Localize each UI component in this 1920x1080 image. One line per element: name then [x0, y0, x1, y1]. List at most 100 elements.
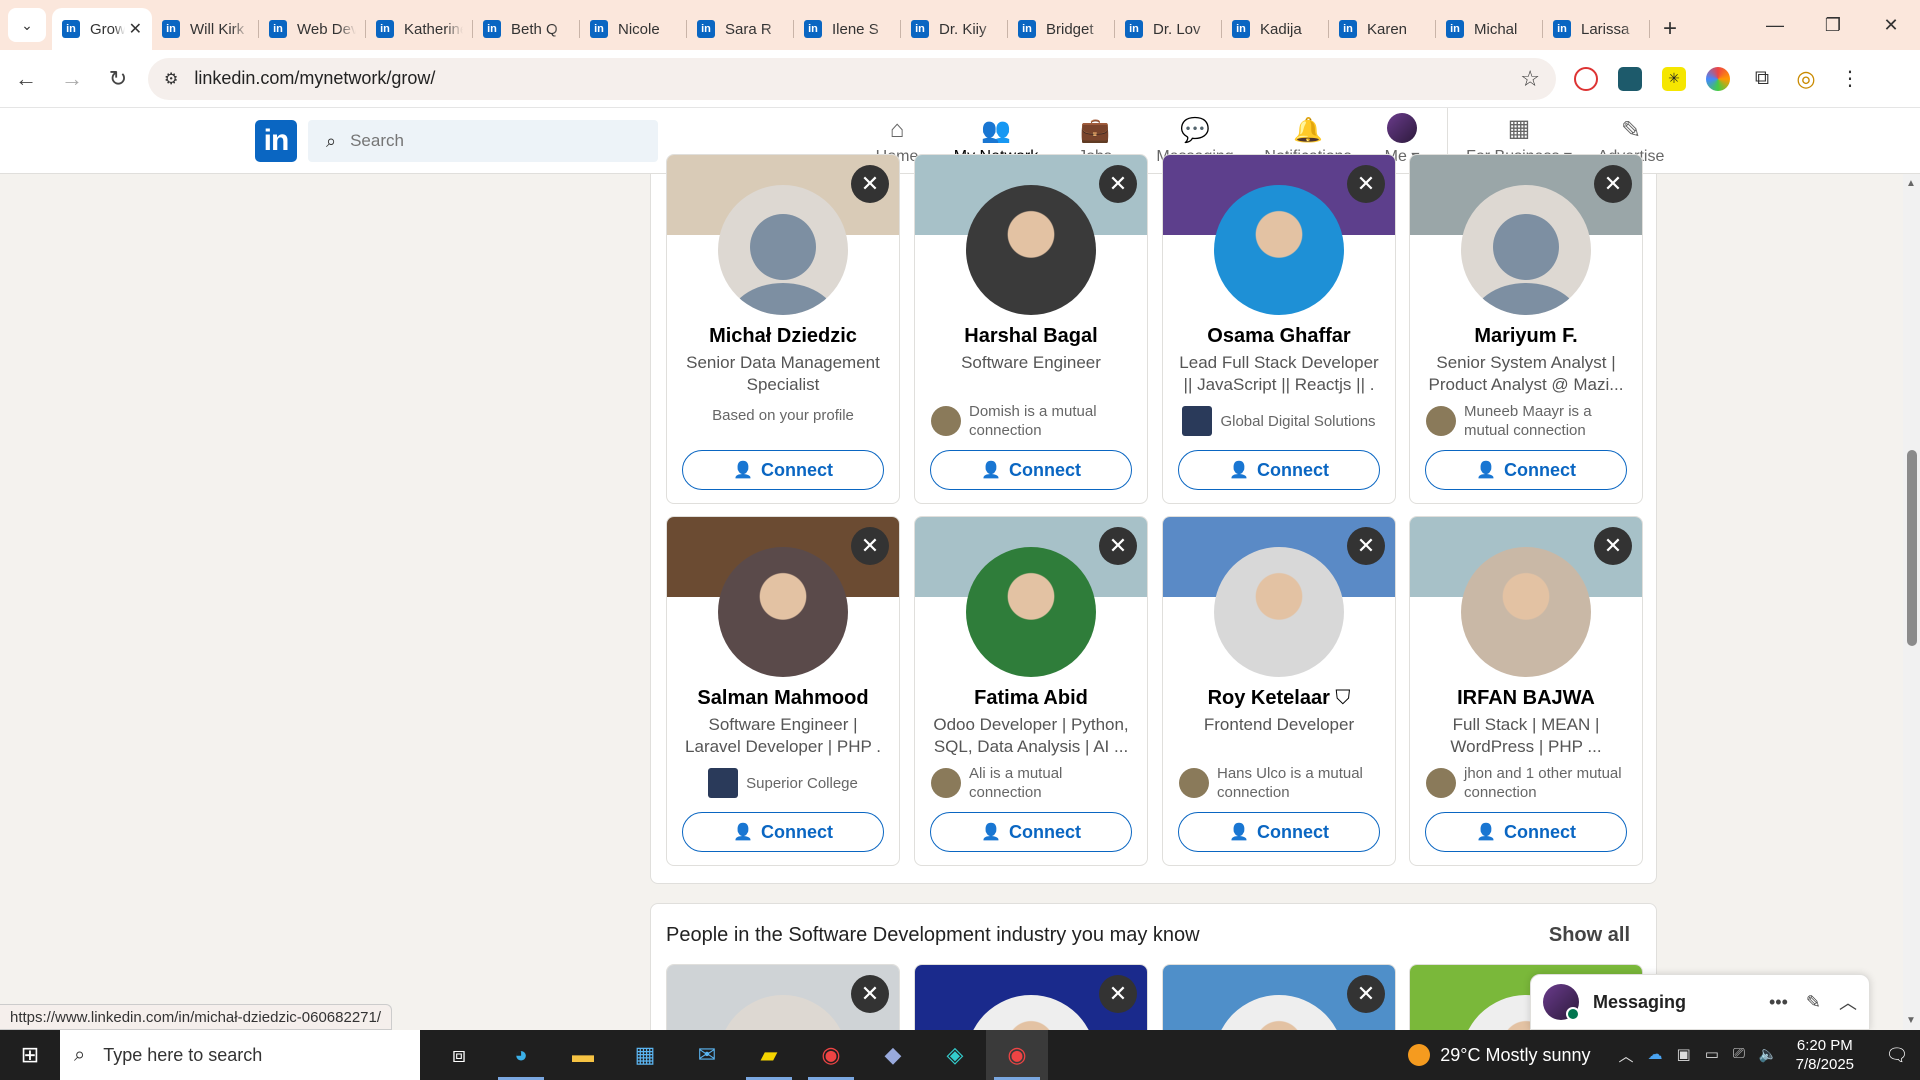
show-all-link[interactable]: Show all — [1549, 924, 1630, 947]
linkedin-logo[interactable]: in — [255, 120, 297, 162]
scroll-up-icon[interactable]: ▲ — [1906, 178, 1916, 189]
person-name[interactable]: Osama Ghaffar — [1163, 325, 1395, 348]
browser-tab[interactable]: in Nicole — [580, 8, 687, 50]
browser-tab[interactable]: in Web Dev — [259, 8, 366, 50]
kebab-menu-icon[interactable]: ⋮ — [1838, 67, 1862, 91]
chrome-active-icon[interactable]: ◉ — [986, 1030, 1048, 1080]
connect-button[interactable]: 👤 Connect — [1425, 450, 1627, 490]
browser-tab[interactable]: in Dr. Lov — [1115, 8, 1222, 50]
browser-tab[interactable]: in Sara R — [687, 8, 794, 50]
dismiss-icon[interactable]: ✕ — [1594, 165, 1632, 203]
global-search[interactable]: ⌕ — [308, 120, 658, 162]
compose-icon[interactable]: ✎ — [1806, 992, 1821, 1013]
minimize-icon[interactable]: — — [1746, 0, 1804, 50]
profile-icon[interactable]: ◎ — [1794, 66, 1818, 91]
avatar[interactable] — [966, 547, 1096, 677]
dismiss-icon[interactable]: ✕ — [1099, 975, 1137, 1013]
person-card[interactable]: ✕ Harshal Bagal Software Engineer Domish is… — [914, 154, 1148, 504]
browser-tab[interactable]: in Katherine — [366, 8, 473, 50]
connect-button[interactable]: 👤 Connect — [682, 450, 884, 490]
person-name[interactable]: Roy Ketelaar ⛉ — [1163, 687, 1395, 710]
site-info-icon[interactable]: ⚙ — [164, 69, 178, 89]
file-explorer-icon[interactable]: ▬ — [552, 1030, 614, 1080]
taskbar-search[interactable]: ⌕ Type here to search — [60, 1030, 420, 1080]
task-view-icon[interactable]: ⧈ — [428, 1030, 490, 1080]
avatar[interactable] — [718, 547, 848, 677]
tab-search-button[interactable]: ⌄ — [8, 8, 46, 42]
clock[interactable]: 6:20 PM 7/8/2025 — [1796, 1036, 1854, 1074]
person-name[interactable]: Michał Dziedzic — [667, 325, 899, 348]
forward-button[interactable]: → — [52, 59, 92, 99]
dismiss-icon[interactable]: ✕ — [1347, 165, 1385, 203]
edge-icon[interactable]: ◕ — [490, 1030, 552, 1080]
person-name[interactable]: Salman Mahmood — [667, 687, 899, 710]
dismiss-icon[interactable]: ✕ — [1099, 165, 1137, 203]
search-input[interactable] — [350, 131, 631, 151]
person-name[interactable]: Harshal Bagal — [915, 325, 1147, 348]
chrome-icon[interactable]: ◉ — [800, 1030, 862, 1080]
reload-button[interactable]: ↻ — [98, 59, 138, 99]
onedrive-icon[interactable]: ☁ — [1648, 1045, 1663, 1066]
new-tab-button[interactable]: + — [1650, 8, 1690, 50]
dismiss-icon[interactable]: ✕ — [851, 975, 889, 1013]
person-card[interactable]: ✕ IRFAN BAJWA Full Stack | MEAN | WordPres… — [1409, 516, 1643, 866]
network-icon[interactable]: ⎚ — [1733, 1045, 1745, 1066]
pokeball-extension-icon[interactable] — [1574, 66, 1598, 91]
dismiss-icon[interactable]: ✕ — [1099, 527, 1137, 565]
tab-close-icon[interactable]: ✕ — [129, 19, 142, 39]
person-card[interactable]: ✕ Osama Ghaffar Lead Full Stack Developer … — [1162, 154, 1396, 504]
mail-icon[interactable]: ✉ — [676, 1030, 738, 1080]
avatar[interactable] — [966, 185, 1096, 315]
browser-tab[interactable]: in Michal — [1436, 8, 1543, 50]
connect-button[interactable]: 👤 Connect — [1425, 812, 1627, 852]
meet-now-icon[interactable]: ▣ — [1677, 1045, 1691, 1066]
volume-icon[interactable]: 🔈 — [1759, 1045, 1778, 1066]
avatar[interactable] — [1461, 547, 1591, 677]
avatar[interactable] — [1461, 185, 1591, 315]
url-text[interactable]: linkedin.com/mynetwork/grow/ — [194, 68, 1520, 89]
wallet-extension-icon[interactable] — [1618, 66, 1642, 91]
store-icon[interactable]: ▦ — [614, 1030, 676, 1080]
browser-tab[interactable]: in Ilene S — [794, 8, 901, 50]
scroll-down-icon[interactable]: ▼ — [1906, 1015, 1916, 1026]
chevron-up-icon[interactable]: ︿ — [1619, 1045, 1634, 1066]
dismiss-icon[interactable]: ✕ — [851, 165, 889, 203]
dismiss-icon[interactable]: ✕ — [1347, 527, 1385, 565]
back-button[interactable]: ← — [6, 59, 46, 99]
person-card[interactable]: ✕ Fatima Abid Odoo Developer | Python, SQL… — [914, 516, 1148, 866]
avatar[interactable] — [1214, 185, 1344, 315]
notes-app-icon[interactable]: ◆ — [862, 1030, 924, 1080]
weather-widget[interactable]: 29°C Mostly sunny — [1408, 1044, 1591, 1066]
start-button[interactable]: ⊞ — [0, 1030, 60, 1080]
browser-tab[interactable]: in Beth Q — [473, 8, 580, 50]
chevron-up-icon[interactable]: ︿ — [1839, 989, 1857, 1015]
person-name[interactable]: Fatima Abid — [915, 687, 1147, 710]
person-name[interactable]: Mariyum F. — [1410, 325, 1642, 348]
dismiss-icon[interactable]: ✕ — [851, 527, 889, 565]
avatar[interactable] — [1214, 547, 1344, 677]
person-card[interactable]: ✕ Mariyum F. Senior System Analyst | Produ… — [1409, 154, 1643, 504]
dismiss-icon[interactable]: ✕ — [1347, 975, 1385, 1013]
address-bar[interactable]: ⚙ linkedin.com/mynetwork/grow/ ☆ — [148, 57, 1556, 100]
person-name[interactable]: IRFAN BAJWA — [1410, 687, 1642, 710]
battery-icon[interactable]: ▭ — [1705, 1045, 1719, 1066]
dismiss-icon[interactable]: ✕ — [1594, 527, 1632, 565]
more-options-icon[interactable]: ••• — [1769, 992, 1788, 1013]
page-scrollbar[interactable]: ▲ ▼ — [1903, 174, 1920, 1030]
sticky-notes-icon[interactable]: ▰ — [738, 1030, 800, 1080]
bookmark-star-icon[interactable]: ☆ — [1520, 66, 1540, 92]
browser-tab[interactable]: in Bridget — [1008, 8, 1115, 50]
browser-tab[interactable]: in Dr. Kiiy — [901, 8, 1008, 50]
sparkle-extension-icon[interactable]: ✳ — [1662, 66, 1686, 91]
connect-button[interactable]: 👤 Connect — [682, 812, 884, 852]
person-card[interactable]: ✕ Roy Ketelaar ⛉ Frontend Developer Hans Ul… — [1162, 516, 1396, 866]
person-card[interactable]: ✕ Salman Mahmood Software Engineer | Larav… — [666, 516, 900, 866]
browser-tab[interactable]: in Karen — [1329, 8, 1436, 50]
avatar[interactable] — [718, 185, 848, 315]
scrollbar-thumb[interactable] — [1907, 450, 1917, 646]
app-diamond-icon[interactable]: ◈ — [924, 1030, 986, 1080]
connect-button[interactable]: 👤 Connect — [1178, 812, 1380, 852]
browser-tab[interactable]: in Will Kirk — [152, 8, 259, 50]
browser-tab[interactable]: in Larissa — [1543, 8, 1650, 50]
browser-tab[interactable]: in Grow ✕ — [52, 8, 152, 50]
